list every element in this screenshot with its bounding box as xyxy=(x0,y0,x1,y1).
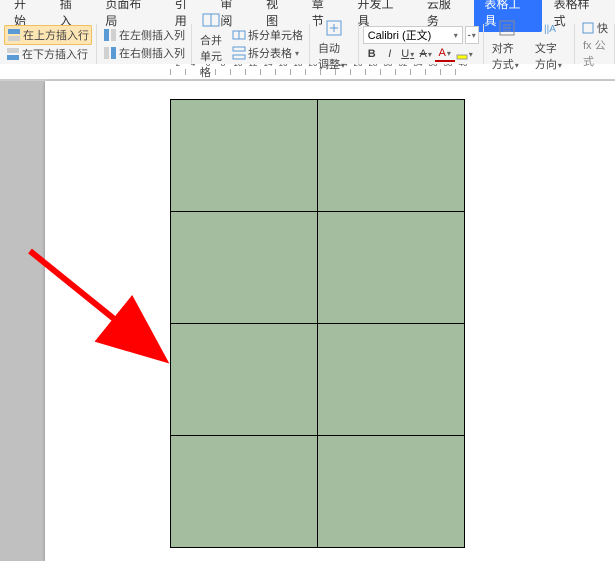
svg-text:||A: ||A xyxy=(544,24,556,35)
table-cell[interactable] xyxy=(318,100,465,212)
merge-cells-icon xyxy=(200,9,222,31)
insert-col-left-label: 在左侧插入列 xyxy=(119,27,185,43)
chevron-down-icon: ▾ xyxy=(454,31,458,40)
text-direction-button[interactable]: ||A 文字方向▾ xyxy=(531,17,570,72)
insert-col-right-button[interactable]: 在右侧插入列 xyxy=(101,44,187,62)
insert-row-below-label: 在下方插入行 xyxy=(22,46,88,62)
cell-margins-button[interactable]: 快 xyxy=(579,19,610,37)
font-family-combo[interactable]: Calibri (正文) ▾ xyxy=(363,26,463,44)
split-cells-label: 拆分单元格 xyxy=(248,27,303,43)
chevron-down-icon: ▾ xyxy=(295,49,299,58)
fast-label: 快 xyxy=(597,20,608,36)
table-cell[interactable] xyxy=(318,324,465,436)
insert-col-right-icon xyxy=(103,46,117,60)
chevron-down-icon: ▾ xyxy=(515,61,519,70)
bold-button[interactable]: B xyxy=(363,46,381,62)
font-family-value: Calibri (正文) xyxy=(368,27,432,43)
split-table-icon xyxy=(232,46,246,60)
insert-row-above-icon xyxy=(7,28,21,42)
alignment-label: 对齐方式 xyxy=(492,43,514,71)
text-direction-label: 文字方向 xyxy=(535,43,557,71)
strikethrough-button[interactable]: A▾ xyxy=(417,46,435,62)
table-cell[interactable] xyxy=(171,436,318,548)
table-cell[interactable] xyxy=(171,100,318,212)
table-cell[interactable] xyxy=(318,212,465,324)
table-cell[interactable] xyxy=(171,324,318,436)
chevron-down-icon: ▾ xyxy=(428,50,432,59)
insert-row-above-label: 在上方插入行 xyxy=(23,27,89,43)
auto-fit-button[interactable]: 自动调整▾ xyxy=(314,17,354,72)
document-area[interactable] xyxy=(0,81,615,556)
split-cells-button[interactable]: 拆分单元格 xyxy=(230,26,305,44)
split-cells-icon xyxy=(232,28,246,42)
document-table[interactable] xyxy=(170,99,465,548)
formula-button[interactable]: fx 公式 xyxy=(579,37,610,69)
insert-col-right-label: 在右侧插入列 xyxy=(119,45,185,61)
insert-row-below-button[interactable]: 在下方插入行 xyxy=(4,45,92,63)
split-table-label: 拆分表格 xyxy=(248,45,292,61)
split-table-button[interactable]: 拆分表格 ▾ xyxy=(230,44,305,62)
cell-margins-icon xyxy=(581,21,595,35)
auto-fit-icon xyxy=(323,17,345,39)
underline-button[interactable]: U▾ xyxy=(399,46,417,62)
italic-button[interactable]: I xyxy=(381,46,399,62)
table-cell[interactable] xyxy=(171,212,318,324)
chevron-down-icon: ▾ xyxy=(469,50,473,59)
insert-col-left-icon xyxy=(103,28,117,42)
ribbon: 在上方插入行 在下方插入行 在左侧插入列 在右侧插入列 xyxy=(0,24,615,64)
table-cell[interactable] xyxy=(318,436,465,548)
alignment-button[interactable]: 对齐方式▾ xyxy=(488,17,527,72)
text-direction-icon: ||A xyxy=(539,17,561,39)
chevron-down-icon: ▾ xyxy=(558,61,562,70)
font-size-combo[interactable]: -▾ xyxy=(465,26,479,44)
insert-col-left-button[interactable]: 在左侧插入列 xyxy=(101,26,187,44)
insert-row-above-button[interactable]: 在上方插入行 xyxy=(4,25,92,45)
font-color-button[interactable]: A▾ xyxy=(435,46,455,62)
highlight-button[interactable]: ▾ xyxy=(455,46,473,62)
insert-row-below-icon xyxy=(6,47,20,61)
alignment-icon xyxy=(496,17,518,39)
chevron-down-icon: ▾ xyxy=(410,50,414,59)
chevron-down-icon: ▾ xyxy=(447,49,451,58)
